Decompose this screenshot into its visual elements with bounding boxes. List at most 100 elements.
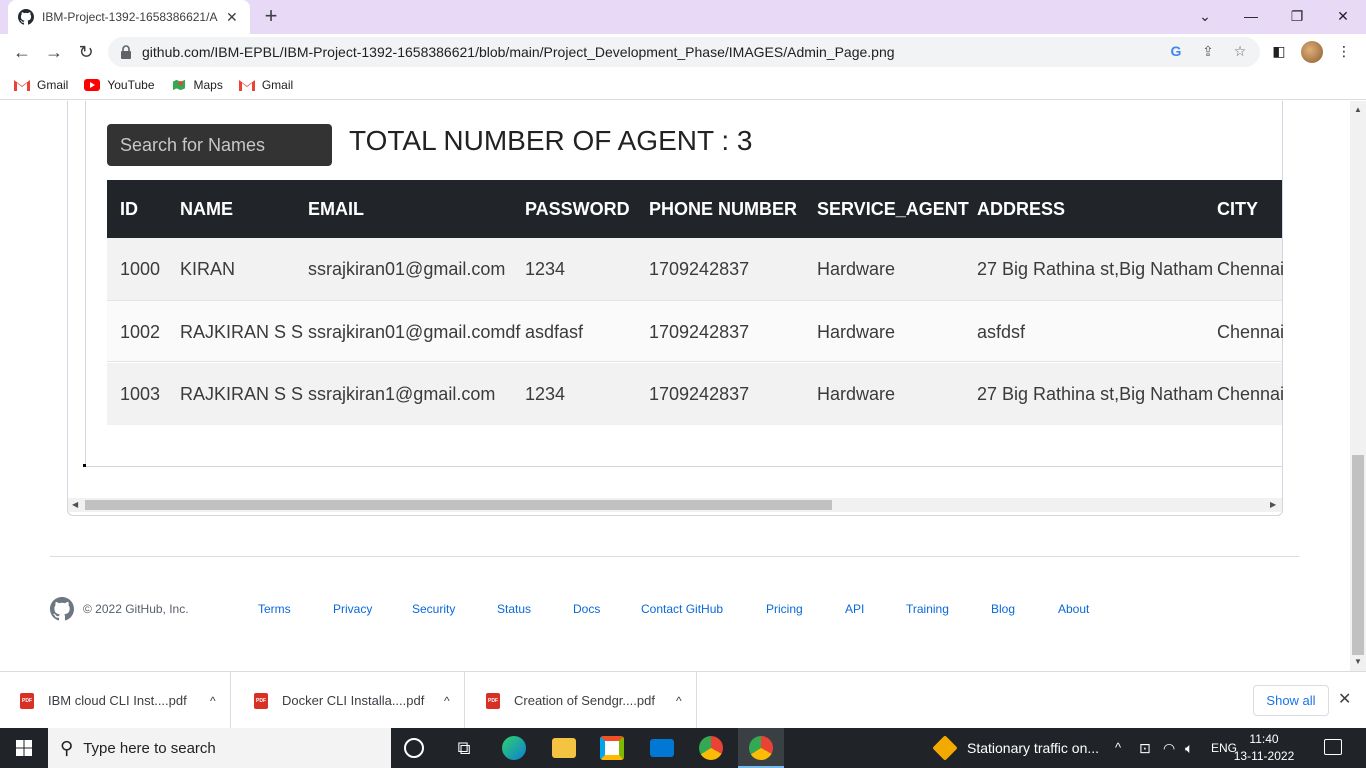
chrome-icon[interactable] [699,736,723,760]
cell-service-agent: Hardware [817,322,896,342]
footer-link-security[interactable]: Security [412,602,455,616]
network-icon[interactable]: ◠ [1163,728,1175,768]
bookmark-label: Maps [193,77,223,92]
cell-name: RAJKIRAN S S [180,384,304,404]
column-header-phone: PHONE NUMBER [649,199,798,219]
bookmark-gmail-2[interactable]: Gmail [238,77,294,92]
show-all-button[interactable]: Show all [1253,685,1329,716]
file-explorer-icon[interactable] [552,738,576,758]
youtube-icon [84,78,101,91]
profile-avatar[interactable] [1301,41,1323,63]
footer-link-blog[interactable]: Blog [991,602,1015,616]
scroll-right-arrow-icon[interactable]: ▶ [1270,498,1276,512]
cell-id: 1003 [120,384,161,404]
speaker-icon[interactable]: 🔈︎ [1185,728,1193,768]
windows-start-icon[interactable] [16,740,32,756]
meet-now-icon[interactable]: ⊡ [1139,728,1151,768]
weather-news-text[interactable]: Stationary traffic on... [967,728,1099,768]
scroll-left-arrow-icon[interactable]: ◀ [72,498,78,512]
horizontal-scrollbar[interactable]: ◀ ▶ [68,498,1282,512]
forward-button[interactable]: → [42,40,66,64]
lock-icon [121,45,131,59]
page-content: Search for Names TOTAL NUMBER OF AGENT :… [0,101,1350,671]
download-item[interactable]: PDF IBM cloud CLI Inst....pdf ^ [0,672,231,729]
maps-icon [172,79,185,90]
download-filename: IBM cloud CLI Inst....pdf [48,693,187,708]
task-view-icon[interactable]: ⧉ [452,736,476,760]
cell-city: Chennai [1217,322,1285,342]
menu-kebab-icon[interactable]: ⋮ [1335,42,1353,60]
clock-time: 11:40 [1249,732,1279,746]
cell-phone: 1709242837 [649,259,750,279]
bookmark-maps[interactable]: Maps [171,78,223,92]
scroll-down-arrow-icon[interactable]: ▼ [1350,657,1366,666]
taskbar-search-box[interactable]: ⚲ Type here to search [48,728,391,768]
edge-icon[interactable] [502,736,526,760]
footer-divider [50,556,1299,557]
close-downloads-icon[interactable]: ✕ [1338,689,1351,709]
notification-center-icon[interactable] [1324,739,1342,755]
table-row: 1003 RAJKIRAN S S ssrajkiran1@gmail.com … [107,363,1285,425]
system-clock[interactable]: 11:40 13-11-2022 [1232,731,1296,765]
scroll-up-arrow-icon[interactable]: ▲ [1350,105,1366,114]
footer-link-docs[interactable]: Docs [573,602,600,616]
bookmark-label: Gmail [261,77,294,92]
close-tab-icon[interactable]: ✕ [226,9,238,26]
restore-button[interactable]: ❐ [1285,5,1309,27]
traffic-warning-icon[interactable] [932,735,958,761]
cell-service-agent: Hardware [817,384,896,404]
back-button[interactable]: ← [10,40,34,64]
vertical-scrollbar[interactable]: ▲ ▼ [1350,101,1366,671]
search-names-input[interactable]: Search for Names [107,124,332,166]
footer-link-training[interactable]: Training [906,602,949,616]
cell-email: ssrajkiran1@gmail.com [308,384,496,404]
bookmark-gmail[interactable]: Gmail [14,78,68,92]
cell-address: 27 Big Rathina st,Big Natham [977,259,1214,279]
bookmark-star-icon[interactable]: ☆ [1231,42,1249,60]
footer-link-api[interactable]: API [845,602,864,616]
google-translate-icon[interactable]: G [1167,42,1185,60]
footer-link-about[interactable]: About [1058,602,1089,616]
show-hidden-icons-icon[interactable]: ^ [1115,728,1121,768]
share-icon[interactable]: ⇪ [1199,42,1217,60]
mail-icon[interactable] [650,739,674,757]
chevron-up-icon[interactable]: ^ [444,694,450,708]
side-panel-icon[interactable]: ◧ [1270,42,1288,60]
chevron-up-icon[interactable]: ^ [210,694,216,708]
footer-link-contact[interactable]: Contact GitHub [641,602,723,616]
vertical-scroll-thumb[interactable] [1352,455,1364,655]
bookmark-youtube[interactable]: YouTube [84,78,155,92]
column-header-service-agent: SERVICE_AGENT [817,199,969,219]
total-label: TOTAL NUMBER OF AGENT : [349,125,737,156]
tab-search-chevron-icon[interactable]: ⌄ [1193,5,1217,27]
browser-tab[interactable]: IBM-Project-1392-1658386621/A ✕ [8,0,250,34]
download-item[interactable]: PDF Creation of Sendgr....pdf ^ [470,672,697,729]
footer-link-privacy[interactable]: Privacy [333,602,372,616]
gmail-icon [238,79,255,91]
download-item[interactable]: PDF Docker CLI Installa....pdf ^ [236,672,465,729]
cell-phone: 1709242837 [649,384,750,404]
cell-phone: 1709242837 [649,322,750,342]
address-bar[interactable]: github.com/IBM-EPBL/IBM-Project-1392-165… [108,37,1260,67]
github-logo-icon[interactable] [50,597,74,621]
new-tab-button[interactable]: + [260,5,282,27]
cell-service-agent: Hardware [817,259,896,279]
search-icon: ⚲ [60,737,74,758]
footer-link-status[interactable]: Status [497,602,531,616]
footer-link-pricing[interactable]: Pricing [766,602,803,616]
copyright-text: © 2022 GitHub, Inc. [83,602,189,616]
chevron-up-icon[interactable]: ^ [676,694,682,708]
store-icon[interactable] [600,736,624,760]
active-chrome-task[interactable] [738,728,784,768]
table-row: 1002 RAJKIRAN S S ssrajkiran01@gmail.com… [107,300,1285,362]
github-icon [18,9,34,25]
close-window-button[interactable]: ✕ [1331,5,1355,27]
reload-button[interactable]: ↻ [74,40,98,64]
minimize-button[interactable]: — [1239,5,1263,27]
cell-name: KIRAN [180,259,236,279]
footer-link-terms[interactable]: Terms [258,602,291,616]
cortana-icon[interactable] [404,738,424,758]
chrome-profile-icon [749,736,773,760]
horizontal-scroll-thumb[interactable] [85,500,832,510]
cell-city: Chennai [1217,384,1285,404]
